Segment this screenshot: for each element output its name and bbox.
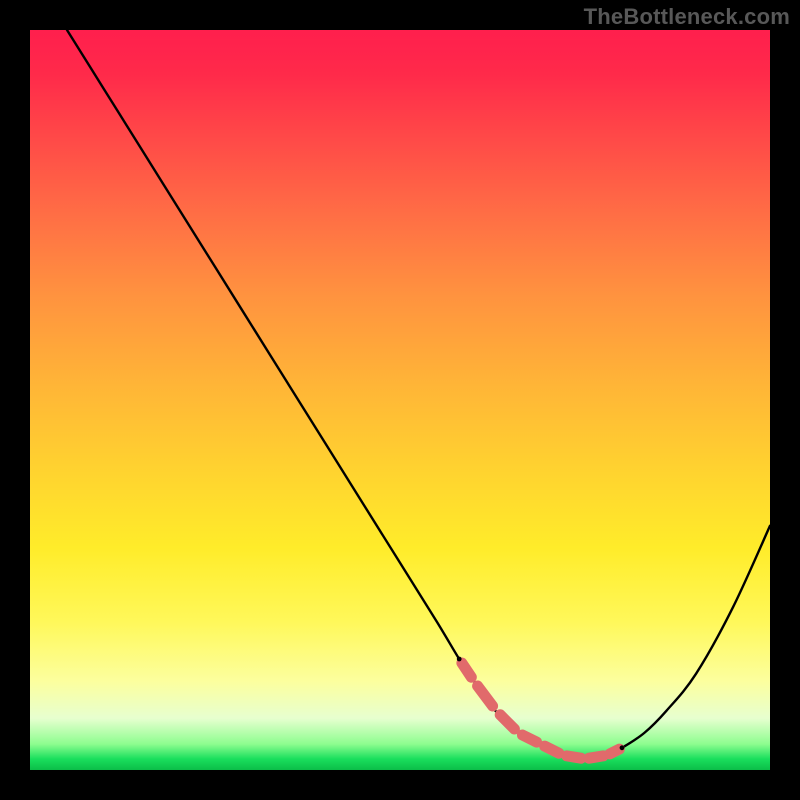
optimal-dash — [500, 715, 514, 729]
plot-area — [30, 30, 770, 770]
optimal-dash — [522, 735, 536, 742]
curve-layer — [30, 30, 770, 770]
optimal-dash — [462, 663, 471, 677]
chart-frame: TheBottleneck.com — [0, 0, 800, 800]
optimal-region-dashes — [462, 663, 619, 758]
curve-endpoint-dot — [457, 657, 462, 662]
optimal-dash — [589, 756, 603, 758]
optimal-dash — [545, 746, 559, 753]
bottleneck-curve — [67, 30, 770, 759]
optimal-dash — [610, 749, 619, 754]
watermark-text: TheBottleneck.com — [584, 4, 790, 30]
optimal-dash — [478, 686, 493, 706]
curve-endpoint-dot — [620, 745, 625, 750]
optimal-dash — [567, 756, 581, 758]
